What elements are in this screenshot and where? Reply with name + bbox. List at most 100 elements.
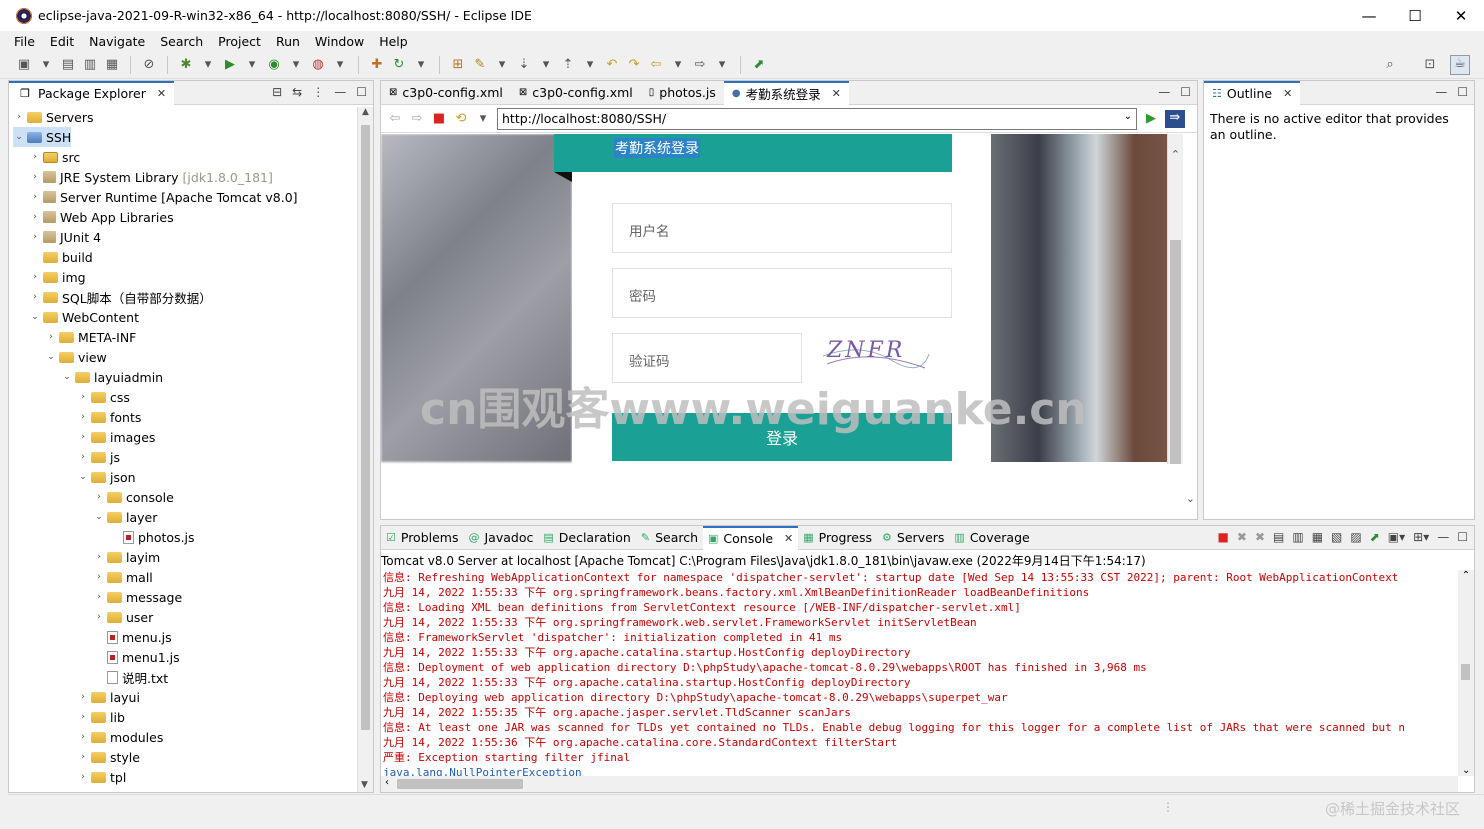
chevron-icon[interactable]: › [77,752,89,762]
password-input[interactable]: 密码 [612,268,952,318]
maximize-icon[interactable]: ☐ [1180,85,1191,99]
tree-item[interactable]: › js [77,447,120,467]
open-console-icon[interactable]: ⊞▾ [1413,530,1429,544]
tab-progress[interactable]: ▦ Progress [798,526,877,550]
url-input[interactable]: http://localhost:8080/SSH/ ⌄ [497,107,1137,130]
chevron-icon[interactable]: › [77,692,89,702]
menu-help[interactable]: Help [379,34,408,49]
close-icon[interactable]: ✕ [157,87,166,100]
tab-editor-3[interactable]: ● 考勤系统登录 ✕ [723,80,849,105]
tree-item[interactable]: › console [93,487,174,507]
maximize-icon[interactable]: ☐ [1457,530,1468,544]
tab-package-explorer[interactable]: ❐ Package Explorer ✕ [9,80,175,105]
stop-icon[interactable]: ■ [431,111,447,127]
browser-forward-icon[interactable]: ⇨ [409,111,425,127]
scrollbar-thumb[interactable] [1170,240,1181,464]
terminate-icon[interactable]: ■ [1218,530,1229,544]
refresh-icon[interactable]: ↻ [391,57,407,73]
tree-item[interactable]: › user [93,607,153,627]
tree-item[interactable]: ⌄ WebContent [29,307,139,327]
console-hscroll[interactable]: ‹ [381,776,1458,792]
tree-item[interactable]: › Server Runtime [Apache Tomcat v8.0] [29,187,297,207]
chevron-icon[interactable]: › [77,712,89,722]
close-icon[interactable]: ✕ [1283,87,1292,100]
tree-item[interactable]: ⌄ SSH [13,127,72,147]
menu-navigate[interactable]: Navigate [89,34,145,49]
tab-console[interactable]: ▣ Console ✕ [703,525,799,550]
skip-breakpoints-icon[interactable]: ⊘ [141,57,157,73]
chevron-icon[interactable]: ⌄ [29,312,41,322]
tree-item[interactable]: › message [93,587,182,607]
chevron-icon[interactable]: › [45,332,57,342]
close-icon[interactable]: ✕ [784,532,793,545]
chevron-icon[interactable]: ⌄ [93,512,105,522]
chevron-icon[interactable]: ⌄ [13,132,25,142]
chevron-icon[interactable]: ⌄ [77,472,89,482]
username-input[interactable]: 用户名 [612,203,952,253]
show-stdout-icon[interactable]: ▧ [1331,530,1342,544]
java-ee-perspective-icon[interactable]: ☕ [1450,55,1470,75]
chevron-icon[interactable]: › [77,412,89,422]
tree-item[interactable]: › Servers [13,107,93,127]
tree-item[interactable]: › META-INF [45,327,136,347]
tree-item[interactable]: › style [77,747,140,767]
menu-edit[interactable]: Edit [50,34,74,49]
pen-icon[interactable]: ✎ [472,57,488,73]
minimize-button[interactable]: — [1346,0,1392,31]
menu-run[interactable]: Run [276,34,300,49]
chevron-icon[interactable]: › [29,232,41,242]
new-icon[interactable]: ▣ [16,57,32,73]
tree-scrollbar[interactable]: ▲ ▼ [357,107,373,792]
last-edit-icon[interactable]: ↶ [604,57,620,73]
tab-coverage[interactable]: ▥ Coverage [949,526,1034,550]
minimize-icon[interactable]: — [1437,530,1449,544]
save-all-icon[interactable]: ▥ [82,57,98,73]
tab-problems[interactable]: ☑ Problems [381,526,464,550]
debug-icon[interactable]: ✱ [178,57,194,73]
chevron-icon[interactable]: › [93,572,105,582]
tree-item[interactable]: menu1.js [93,647,180,667]
pin-console-icon[interactable]: ⬈ [1370,530,1380,544]
chevron-icon[interactable]: › [77,432,89,442]
chevron-icon[interactable]: › [29,292,41,302]
chevron-down-icon[interactable]: ⌄ [1124,111,1132,122]
tree-item[interactable]: › css [77,387,130,407]
refresh-icon[interactable]: ⟲ [453,111,469,127]
show-stderr-icon[interactable]: ▨ [1350,530,1361,544]
pin-editor-icon[interactable]: ⬈ [751,57,767,73]
chevron-icon[interactable]: › [77,452,89,462]
link-with-editor-icon[interactable]: ⇆ [292,85,302,99]
scrollbar-thumb[interactable] [361,125,370,730]
search-icon[interactable]: ⌕ [1382,57,1398,73]
tab-editor-0[interactable]: ⊠ c3p0-config.xml [381,81,511,105]
chevron-icon[interactable]: › [29,272,41,282]
display-console-icon[interactable]: ▣▾ [1388,530,1405,544]
maximize-icon[interactable]: ☐ [356,85,367,99]
tree-item[interactable]: › layui [77,687,140,707]
tree-item[interactable]: menu.js [93,627,172,647]
tab-editor-1[interactable]: ⊠ c3p0-config.xml [511,81,641,105]
chevron-icon[interactable]: › [29,192,41,202]
view-menu-icon[interactable]: ⋮ [312,85,324,99]
menu-window[interactable]: Window [315,34,364,49]
scrollbar-thumb[interactable] [397,779,523,789]
tab-editor-2[interactable]: ▯ photos.js [641,81,724,105]
chevron-icon[interactable]: › [77,732,89,742]
forward-edit-icon[interactable]: ↷ [626,57,642,73]
go-icon[interactable]: ▶ [1143,111,1159,127]
remove-all-icon[interactable]: ✖ [1255,530,1265,544]
tree-item[interactable]: › fonts [77,407,141,427]
tree-item[interactable]: › JRE System Library [jdk1.8.0_181] [29,167,273,187]
minimize-icon[interactable]: — [334,85,346,99]
collapse-all-icon[interactable]: ⊟ [272,85,282,99]
scroll-lock-icon[interactable]: ▥ [1292,530,1303,544]
tree-item[interactable]: ⌄ json [77,467,135,487]
chevron-icon[interactable]: › [93,552,105,562]
remove-launch-icon[interactable]: ✖ [1237,530,1247,544]
forward-icon[interactable]: ⇨ [692,57,708,73]
prev-annotation-icon[interactable]: ⇡ [560,57,576,73]
new-java-project-icon[interactable]: ✚ [369,57,385,73]
chevron-icon[interactable]: › [93,492,105,502]
tree-item[interactable]: › SQL脚本（自带部分数据） [29,287,212,307]
tree-item[interactable]: › img [29,267,85,287]
